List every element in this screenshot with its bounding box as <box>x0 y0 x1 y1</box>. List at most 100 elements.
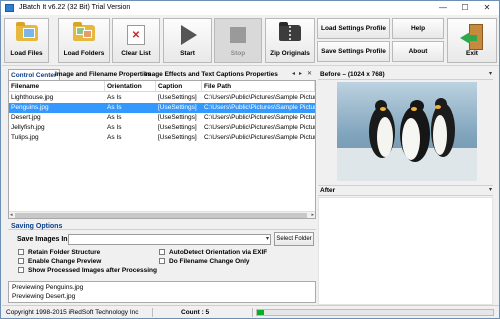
close-window-button[interactable]: ✕ <box>476 1 498 15</box>
stop-label: Stop <box>230 50 246 57</box>
exit-button[interactable]: Exit <box>447 18 497 63</box>
load-settings-profile-button[interactable]: Load Settings Profile <box>317 18 390 39</box>
stop-button[interactable]: Stop <box>214 18 262 63</box>
cell-orientation: As Is <box>107 94 122 101</box>
chevron-down-icon[interactable]: ▾ <box>489 186 492 193</box>
save-images-in-label: Save Images In <box>17 236 68 243</box>
column-header-filename[interactable]: Filename <box>9 81 105 92</box>
cell-filename: Desert.jpg <box>11 114 41 121</box>
load-folders-label: Load Folders <box>63 50 105 57</box>
tab-image-effects-captions[interactable]: Image Effects and Text Captions Properti… <box>142 69 280 80</box>
autodetect-orientation-checkbox[interactable]: AutoDetect Orientation via EXIF <box>159 249 267 257</box>
app-icon <box>5 4 14 12</box>
cell-filename: Lighthouse.jpg <box>11 94 54 101</box>
cell-file-path: C:\Users\Public\Pictures\Sample Pictures… <box>204 114 315 121</box>
about-button[interactable]: About <box>392 41 444 62</box>
saving-options-heading: Saving Options <box>11 223 63 230</box>
status-divider <box>152 308 153 317</box>
table-row[interactable]: Jellyfish.jpg As Is [UseSettings] C:\Use… <box>9 123 315 133</box>
app-window: JBatch It v6.22 (32 Bit) Trial Version —… <box>0 0 500 319</box>
clear-list-button[interactable]: Clear List <box>112 18 160 63</box>
chevron-down-icon[interactable]: ▾ <box>266 235 269 244</box>
cell-file-path: C:\Users\Public\Pictures\Sample Pictures… <box>204 124 315 131</box>
scroll-left-arrow-icon[interactable]: ◂ <box>10 212 13 219</box>
folder-photos-icon <box>73 22 95 41</box>
cell-caption: [UseSettings] <box>158 124 197 131</box>
help-button[interactable]: Help <box>392 18 444 39</box>
checkbox-label: Enable Change Preview <box>28 258 102 265</box>
column-header-caption[interactable]: Caption <box>156 81 202 92</box>
cell-caption: [UseSettings] <box>158 94 197 101</box>
title-bar: JBatch It v6.22 (32 Bit) Trial Version —… <box>1 1 499 15</box>
zip-folder-icon <box>279 22 301 41</box>
after-preview-header: After ▾ <box>318 185 493 196</box>
cell-filename: Tulips.jpg <box>11 134 39 141</box>
chevron-down-icon[interactable]: ▾ <box>489 70 492 77</box>
after-preview-area <box>318 197 493 305</box>
checkbox-label: AutoDetect Orientation via EXIF <box>169 249 268 256</box>
start-button[interactable]: Start <box>163 18 212 63</box>
select-folder-button[interactable]: Select Folder <box>274 232 314 246</box>
clear-list-label: Clear List <box>121 50 151 57</box>
checkbox-box[interactable] <box>159 258 165 264</box>
checkbox-label: Do Filename Change Only <box>169 258 250 265</box>
play-icon <box>181 25 198 45</box>
checkbox-label: Retain Folder Structure <box>28 249 101 256</box>
checkbox-box[interactable] <box>18 258 24 264</box>
stop-icon <box>230 27 246 43</box>
cell-file-path: C:\Users\Public\Pictures\Sample Pictures… <box>204 134 315 141</box>
checkbox-box[interactable] <box>159 249 165 255</box>
cell-caption: [UseSettings] <box>158 114 197 121</box>
minimize-button[interactable]: — <box>432 1 454 15</box>
checkbox-box[interactable] <box>18 267 24 273</box>
table-row[interactable]: Lighthouse.jpg As Is [UseSettings] C:\Us… <box>9 93 315 103</box>
load-files-label: Load Files <box>10 50 43 57</box>
file-list-table[interactable]: Filename Orientation Caption File Path L… <box>8 80 316 219</box>
cell-filename: Penguins.jpg <box>11 104 49 111</box>
status-bar: Copyright 1998-2015 iRedSoft Technology … <box>2 305 499 318</box>
scrollbar-thumb[interactable] <box>15 213 307 218</box>
load-folders-button[interactable]: Load Folders <box>58 18 110 63</box>
scroll-right-arrow-icon[interactable]: ▸ <box>311 212 314 219</box>
tab-control-center[interactable]: Control Center <box>8 69 60 80</box>
cell-orientation: As Is <box>107 124 122 131</box>
checkbox-box[interactable] <box>18 249 24 255</box>
status-divider <box>252 308 253 317</box>
tab-scroll-left-icon[interactable]: ◂ <box>292 69 295 80</box>
cell-orientation: As Is <box>107 134 122 141</box>
horizontal-scrollbar[interactable]: ◂ ▸ <box>9 211 315 218</box>
retain-folder-structure-checkbox[interactable]: Retain Folder Structure <box>18 249 100 257</box>
column-header-file-path[interactable]: File Path <box>202 81 315 92</box>
table-row[interactable]: Desert.jpg As Is [UseSettings] C:\Users\… <box>9 113 315 123</box>
table-row-selected[interactable]: Penguins.jpg As Is [UseSettings] C:\User… <box>9 103 315 113</box>
log-panel[interactable]: Previewing Penguins.jpg Previewing Deser… <box>8 281 316 303</box>
tab-image-filename-properties[interactable]: Image and Filename Properties <box>53 69 153 80</box>
table-row[interactable]: Tulips.jpg As Is [UseSettings] C:\Users\… <box>9 133 315 143</box>
filename-change-only-checkbox[interactable]: Do Filename Change Only <box>159 258 250 266</box>
maximize-button[interactable]: ☐ <box>454 1 476 15</box>
column-header-orientation[interactable]: Orientation <box>105 81 156 92</box>
zip-originals-button[interactable]: Zip Originals <box>265 18 315 63</box>
penguins-photo <box>337 82 477 181</box>
show-processed-images-checkbox[interactable]: Show Processed Images after Processing <box>18 267 157 275</box>
enable-change-preview-checkbox[interactable]: Enable Change Preview <box>18 258 101 266</box>
load-files-button[interactable]: Load Files <box>4 18 49 63</box>
before-preview-title: Before – (1024 x 768) <box>320 71 385 78</box>
progress-bar <box>256 309 494 316</box>
toolbar: Load Files Load Folders Clear List Start… <box>2 16 499 66</box>
table-header: Filename Orientation Caption File Path <box>9 81 315 92</box>
tab-close-icon[interactable]: ✕ <box>307 69 312 80</box>
cell-orientation: As Is <box>107 114 122 121</box>
cell-file-path: C:\Users\Public\Pictures\Sample Pictures… <box>204 104 315 111</box>
tab-scroll-right-icon[interactable]: ▸ <box>299 69 302 80</box>
tab-strip: Control Center Image and Filename Proper… <box>8 69 316 80</box>
exit-door-icon <box>460 24 484 50</box>
save-images-in-combobox[interactable]: ▾ <box>68 234 271 245</box>
before-preview-image <box>337 82 477 181</box>
save-settings-profile-button[interactable]: Save Settings Profile <box>317 41 390 62</box>
clear-list-icon <box>127 25 145 45</box>
start-label: Start <box>180 50 195 57</box>
cell-caption: [UseSettings] <box>158 104 197 111</box>
cell-file-path: C:\Users\Public\Pictures\Sample Pictures… <box>204 94 315 101</box>
window-title: JBatch It v6.22 (32 Bit) Trial Version <box>19 4 131 11</box>
